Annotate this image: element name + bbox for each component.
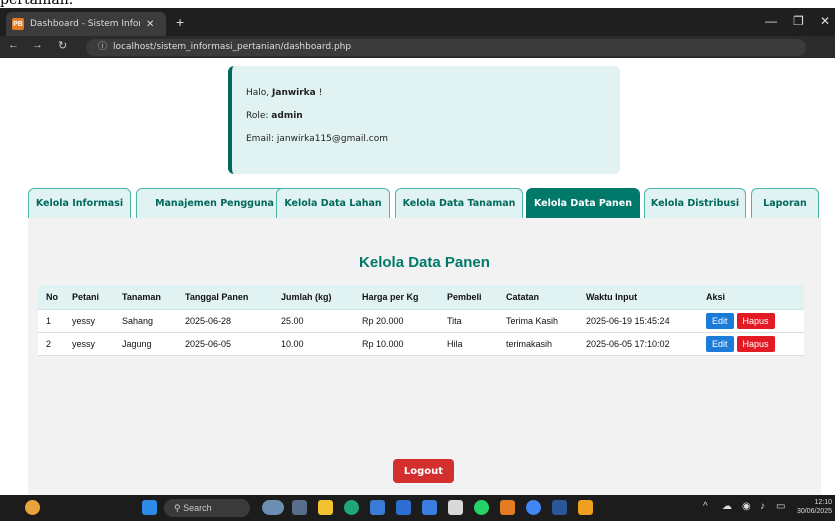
close-icon[interactable]: ✕ [146, 19, 154, 30]
app2-icon[interactable] [448, 500, 463, 515]
user-name: Janwirka [272, 88, 316, 98]
delete-button[interactable]: Hapus [736, 312, 775, 329]
col-petani: Petani [64, 285, 114, 310]
cell-aksi: Edit Hapus [698, 332, 804, 356]
cell-no: 1 [38, 309, 64, 333]
cloud-icon[interactable]: ☁ [722, 501, 732, 512]
edit-button[interactable]: Edit [706, 312, 734, 329]
logout-button[interactable]: Logout [393, 459, 454, 483]
cell-petani: yessy [64, 332, 114, 356]
cell-aksi: Edit Hapus [698, 309, 804, 333]
page-title: Kelola Data Panen [359, 254, 490, 271]
search-icon: ⚲ [174, 503, 184, 513]
favicon-icon: PB [12, 18, 24, 30]
tab-laporan[interactable]: Laporan [751, 188, 819, 218]
profile-card: Halo, Janwirka ! Role: admin Email: janw… [228, 66, 620, 174]
table-header-row: No Petani Tanaman Tanggal Panen Jumlah (… [38, 285, 804, 310]
app3-icon[interactable] [578, 500, 593, 515]
wifi-icon[interactable]: ◉ [742, 501, 751, 512]
table-row: 2 yessy Jagung 2025-06-05 10.00 Rp 10.00… [38, 332, 804, 356]
cell-waktu: 2025-06-05 17:10:02 [578, 332, 698, 356]
minimize-icon[interactable]: — [765, 14, 777, 28]
word-icon[interactable] [552, 500, 567, 515]
taskbar-search[interactable]: ⚲ Search [164, 499, 250, 517]
teams-icon[interactable] [422, 500, 437, 515]
volume-icon[interactable]: ♪ [760, 501, 765, 512]
taskview-icon[interactable] [262, 500, 284, 515]
browser-tab[interactable]: PB Dashboard - Sistem Informasi P ✕ [6, 12, 166, 36]
chrome-icon[interactable] [526, 500, 541, 515]
store-icon[interactable] [396, 500, 411, 515]
user-role: admin [271, 111, 303, 121]
folder-icon[interactable] [318, 500, 333, 515]
col-jumlah: Jumlah (kg) [273, 285, 354, 310]
app-icon[interactable] [292, 500, 307, 515]
cell-jumlah: 25.00 [273, 309, 354, 333]
taskbar: ⚲ Search ^ ☁ ◉ ♪ ▭ 12:10 30/06/2025 [0, 495, 835, 521]
restore-icon[interactable]: ❐ [793, 14, 804, 28]
email-line: Email: janwirka115@gmail.com [246, 134, 388, 144]
back-icon[interactable]: ← [8, 39, 19, 51]
edge-icon[interactable] [344, 500, 359, 515]
col-tanaman: Tanaman [114, 285, 177, 310]
delete-button[interactable]: Hapus [736, 335, 775, 352]
content-panel: Kelola Data Panen No Petani Tanaman Tang… [28, 218, 821, 495]
cell-pembeli: Hila [439, 332, 498, 356]
xampp-icon[interactable] [500, 500, 515, 515]
start-icon[interactable] [142, 500, 157, 515]
cell-harga: Rp 20.000 [354, 309, 439, 333]
role-line: Role: admin [246, 111, 303, 121]
cell-no: 2 [38, 332, 64, 356]
cell-catatan: terimakasih [498, 332, 578, 356]
table-row: 1 yessy Sahang 2025-06-28 25.00 Rp 20.00… [38, 309, 804, 333]
url-text: localhost/sistem_informasi_pertanian/das… [113, 42, 352, 52]
tab-kelola-data-tanaman[interactable]: Kelola Data Tanaman [395, 188, 523, 218]
cell-tanggal: 2025-06-28 [177, 309, 273, 333]
col-pembeli: Pembeli [439, 285, 498, 310]
col-harga: Harga per Kg [354, 285, 439, 310]
cell-tanaman: Jagung [114, 332, 177, 356]
tab-manajemen-pengguna[interactable]: Manajemen Pengguna [136, 188, 293, 218]
edit-button[interactable]: Edit [706, 335, 734, 352]
chevron-up-icon[interactable]: ^ [703, 501, 708, 512]
whatsapp-icon[interactable] [474, 500, 489, 515]
cell-petani: yessy [64, 309, 114, 333]
tab-kelola-distribusi[interactable]: Kelola Distribusi [644, 188, 746, 218]
reload-icon[interactable]: ↻ [58, 39, 67, 52]
forward-icon[interactable]: → [32, 39, 43, 51]
col-no: No [38, 285, 64, 310]
col-waktu-input: Waktu Input [578, 285, 698, 310]
harvest-table: No Petani Tanaman Tanggal Panen Jumlah (… [38, 285, 804, 356]
tab-title: Dashboard - Sistem Informasi P [30, 19, 140, 29]
new-tab-icon[interactable]: + [176, 14, 184, 30]
nav-tabs: Kelola Informasi Manajemen Pengguna Kelo… [28, 188, 828, 218]
tab-kelola-data-lahan[interactable]: Kelola Data Lahan [276, 188, 390, 218]
cell-tanaman: Sahang [114, 309, 177, 333]
widgets-icon[interactable] [25, 500, 40, 515]
address-bar: ← → ↻ ⓘ localhost/sistem_informasi_pertan… [0, 36, 835, 58]
col-catatan: Catatan [498, 285, 578, 310]
tab-kelola-informasi[interactable]: Kelola Informasi [28, 188, 131, 218]
vscode-icon[interactable] [370, 500, 385, 515]
page-content: Halo, Janwirka ! Role: admin Email: janw… [0, 58, 835, 495]
browser-tabbar: PB Dashboard - Sistem Informasi P ✕ + — … [0, 8, 835, 36]
col-tanggal-panen: Tanggal Panen [177, 285, 273, 310]
cell-catatan: Terima Kasih [498, 309, 578, 333]
page-fragment: pertanian. [0, 0, 835, 8]
cell-pembeli: Tita [439, 309, 498, 333]
url-field[interactable]: ⓘ localhost/sistem_informasi_pertanian/da… [86, 39, 806, 56]
clock[interactable]: 12:10 30/06/2025 [792, 498, 832, 516]
close-window-icon[interactable]: ✕ [820, 14, 830, 28]
greeting: Halo, Janwirka ! [246, 88, 323, 98]
tab-kelola-data-panen[interactable]: Kelola Data Panen [526, 188, 640, 218]
cell-tanggal: 2025-06-05 [177, 332, 273, 356]
cell-harga: Rp 10.000 [354, 332, 439, 356]
cell-jumlah: 10.00 [273, 332, 354, 356]
col-aksi: Aksi [698, 285, 804, 310]
battery-icon[interactable]: ▭ [776, 501, 785, 512]
site-info-icon[interactable]: ⓘ [98, 42, 107, 52]
cell-waktu: 2025-06-19 15:45:24 [578, 309, 698, 333]
